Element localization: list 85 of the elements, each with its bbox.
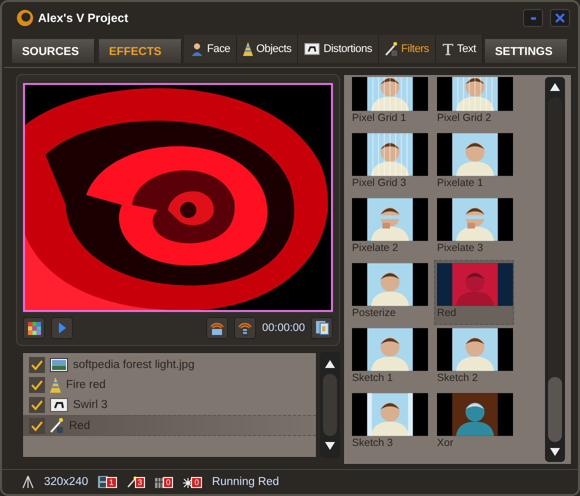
text-icon [442, 42, 454, 56]
cone-icon [243, 42, 254, 56]
scrollbar[interactable] [545, 77, 565, 462]
status-message: Running Red [212, 476, 280, 488]
effect-item[interactable]: Posterize [349, 260, 429, 325]
time-display: 00:00:00 [262, 322, 305, 334]
effect-item[interactable]: Pixelate 1 [434, 130, 514, 195]
effect-name: Red [437, 307, 458, 319]
snapshot-button[interactable] [311, 317, 333, 339]
effect-name: Sketch 2 [437, 372, 479, 384]
effect-item[interactable]: Pixelate 2 [349, 195, 429, 260]
layer-item[interactable]: Swirl 3 [23, 395, 316, 415]
broadcast-button[interactable] [206, 317, 228, 339]
effect-item[interactable]: Pixelate 3 [434, 195, 514, 260]
broadcast-film-icon [238, 320, 252, 336]
scroll-up-icon[interactable] [550, 83, 560, 91]
tab[interactable]: SETTINGS [484, 39, 568, 63]
resolution-label: 320x240 [44, 476, 88, 488]
effect-name: Pixelate 3 [437, 242, 484, 254]
play-icon [58, 322, 66, 334]
effect-item[interactable]: Red [434, 260, 514, 325]
tab[interactable]: SOURCES [12, 39, 95, 63]
count-badge: 0 [191, 476, 202, 488]
palette-button[interactable] [23, 317, 45, 339]
person-icon [190, 42, 204, 56]
logo-icon [16, 9, 34, 27]
pages-icon [316, 321, 328, 335]
scrollbar[interactable] [320, 352, 340, 458]
scroll-down-icon[interactable] [325, 442, 335, 450]
count-badge: 1 [106, 477, 117, 488]
count-badge: 0 [163, 476, 174, 488]
broadcast-icon [210, 320, 224, 336]
effect-name: Sketch 1 [352, 372, 394, 384]
effect-name: Pixel Grid 3 [352, 177, 408, 189]
wand-icon [50, 418, 64, 433]
effect-item[interactable]: Sketch 2 [434, 325, 514, 390]
tab[interactable]: Text [436, 35, 483, 63]
scroll-thumb[interactable] [548, 377, 562, 442]
effect-name: Xor [437, 437, 454, 449]
image-icon [50, 358, 68, 372]
record-button[interactable] [234, 317, 256, 339]
tab[interactable]: Filters [379, 35, 436, 63]
tab[interactable]: Objects [237, 35, 298, 63]
layer-name: Red [69, 420, 90, 432]
minimize-icon [530, 16, 536, 20]
palette-icon [28, 322, 40, 334]
effect-item[interactable]: Sketch 1 [349, 325, 429, 390]
close-button[interactable] [550, 9, 570, 27]
layer-name: Swirl 3 [73, 398, 108, 410]
tab[interactable]: Face [184, 35, 238, 63]
effect-item[interactable]: Pixel Grid 1 [349, 77, 429, 130]
antenna-icon [22, 475, 34, 489]
checkbox[interactable] [29, 418, 45, 434]
dog-icon [304, 43, 320, 55]
tab[interactable]: EFFECTS [99, 39, 182, 63]
effect-item[interactable]: Pixel Grid 2 [434, 77, 514, 130]
layer-item[interactable]: Fire red [23, 375, 316, 395]
effect-name: Sketch 3 [352, 437, 394, 449]
window-title: Alex's V Project [38, 11, 128, 25]
effect-name: Pixelate 1 [437, 177, 484, 189]
layer-name: Fire red [66, 378, 106, 390]
count-badge: 3 [134, 477, 146, 488]
effect-name: Pixel Grid 1 [352, 112, 408, 124]
scroll-down-icon[interactable] [550, 448, 560, 456]
layer-name: softpedia forest light.jpg [73, 358, 194, 370]
effect-item[interactable]: Pixel Grid 3 [349, 130, 429, 195]
tab[interactable]: Distortions [298, 35, 380, 63]
dog-icon [50, 398, 68, 412]
effect-name: Pixelate 2 [352, 242, 400, 254]
play-button[interactable] [51, 317, 73, 339]
layer-item[interactable]: Red [23, 415, 316, 436]
close-icon [555, 13, 565, 23]
scroll-up-icon[interactable] [325, 360, 335, 368]
wand-icon [385, 42, 398, 56]
effect-item[interactable]: Xor [434, 390, 514, 455]
layer-item[interactable]: softpedia forest light.jpg [23, 355, 316, 375]
checkbox[interactable] [29, 396, 45, 412]
checkbox[interactable] [29, 356, 45, 372]
effect-name: Posterize [352, 307, 397, 319]
scroll-thumb[interactable] [323, 374, 337, 436]
minimize-button[interactable] [523, 9, 543, 27]
effect-name: Pixel Grid 2 [437, 112, 492, 124]
cone-icon [50, 376, 61, 392]
effect-item[interactable]: Sketch 3 [349, 390, 429, 455]
checkbox[interactable] [29, 376, 45, 392]
